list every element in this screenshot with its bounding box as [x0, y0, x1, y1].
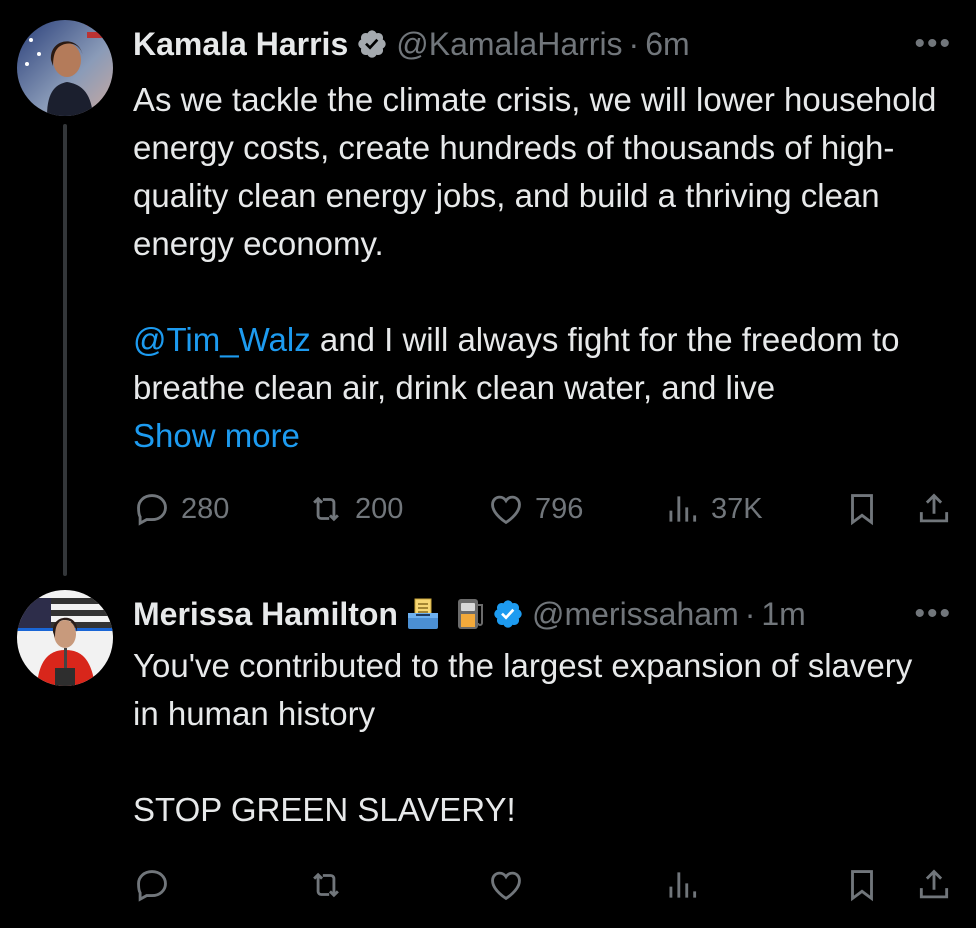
mention-link[interactable]: @Tim_Walz — [133, 321, 311, 358]
ballot-box-emoji-icon — [406, 597, 440, 631]
tweet-paragraph: @Tim_Walz and I will always fight for th… — [133, 316, 953, 412]
tweet-merissa-hamilton[interactable]: Merissa Hamilton @merissaham · 1m ••• Yo… — [0, 576, 976, 928]
reply-icon — [137, 870, 167, 902]
views-count: 37K — [711, 492, 763, 525]
like-count: 796 — [535, 492, 584, 525]
tweet-paragraph: STOP GREEN SLAVERY! — [133, 791, 516, 828]
fuel-pump-emoji-icon — [454, 597, 488, 631]
tweet-paragraph: As we tackle the climate crisis, we will… — [133, 81, 937, 262]
share-button[interactable] — [915, 866, 963, 904]
bookmark-button[interactable] — [843, 490, 891, 528]
timestamp[interactable]: 6m — [645, 24, 689, 64]
reply-button[interactable] — [133, 866, 181, 904]
views-icon — [669, 496, 697, 522]
reply-button[interactable]: 280 — [133, 490, 229, 528]
separator-dot: · — [744, 596, 756, 632]
more-options-icon[interactable]: ••• — [914, 599, 952, 629]
bookmark-icon — [851, 870, 873, 902]
like-button[interactable] — [487, 866, 535, 904]
heart-icon — [491, 871, 521, 901]
reply-icon — [137, 494, 167, 526]
thread-connector-line — [63, 124, 67, 576]
author-handle[interactable]: @KamalaHarris — [396, 24, 622, 64]
tweet-action-bar: 280 200 796 37K — [133, 490, 953, 534]
author-name[interactable]: Merissa Hamilton — [133, 594, 398, 634]
timestamp[interactable]: 1m — [761, 594, 805, 634]
tweet-action-bar — [133, 866, 953, 910]
repost-icon — [313, 872, 339, 898]
tweet-text: As we tackle the climate crisis, we will… — [133, 76, 953, 460]
separator-dot: · — [628, 26, 640, 62]
tweet-text: You've contributed to the largest expans… — [133, 642, 953, 834]
share-icon — [919, 493, 949, 523]
views-button[interactable]: 37K — [663, 490, 763, 528]
bookmark-button[interactable] — [843, 866, 891, 904]
tweet-paragraph: You've contributed to the largest expans… — [133, 647, 913, 732]
reply-count: 280 — [181, 492, 230, 525]
author-name[interactable]: Kamala Harris — [133, 24, 348, 64]
repost-count: 200 — [355, 492, 404, 525]
share-icon — [919, 869, 949, 899]
tweet-header: Kamala Harris @KamalaHarris · 6m — [133, 24, 690, 64]
bookmark-icon — [851, 494, 873, 526]
tweet-header: Merissa Hamilton @merissaham · 1m — [133, 594, 806, 634]
avatar-merissa-hamilton[interactable] — [17, 590, 113, 686]
tweet-kamala-harris[interactable]: Kamala Harris @KamalaHarris · 6m ••• As … — [0, 0, 976, 576]
share-button[interactable] — [915, 490, 963, 528]
avatar-kamala-harris[interactable] — [17, 20, 113, 116]
repost-button[interactable]: 200 — [307, 490, 403, 528]
views-icon — [669, 872, 697, 898]
heart-icon — [491, 495, 521, 525]
more-options-icon[interactable]: ••• — [914, 29, 952, 59]
views-button[interactable] — [663, 866, 711, 904]
like-button[interactable]: 796 — [487, 490, 583, 528]
author-handle[interactable]: @merissaham — [532, 594, 739, 634]
verified-badge-icon[interactable] — [356, 28, 388, 60]
repost-button[interactable] — [307, 866, 355, 904]
verified-badge-icon[interactable] — [492, 598, 524, 630]
show-more-link[interactable]: Show more — [133, 417, 300, 454]
repost-icon — [313, 496, 339, 522]
